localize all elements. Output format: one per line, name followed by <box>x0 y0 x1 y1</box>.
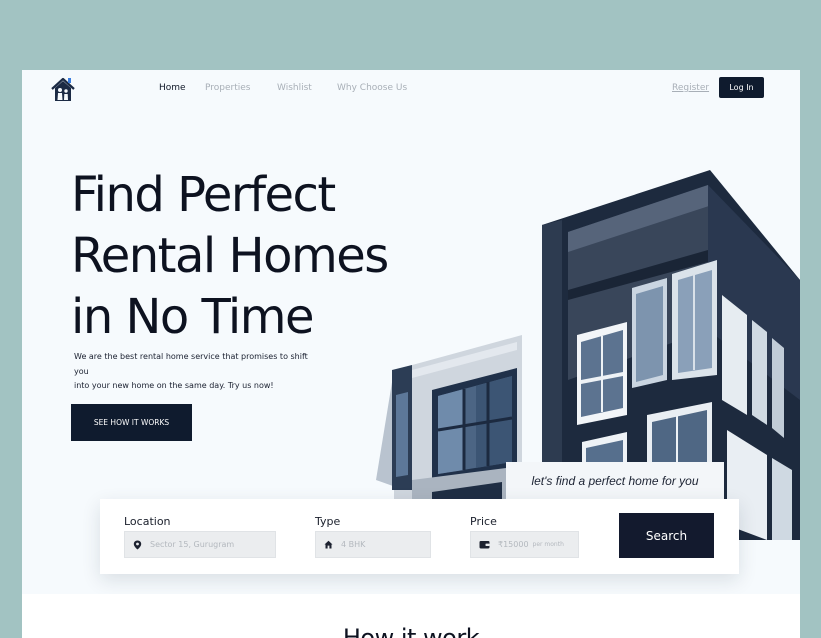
hero-subtitle-line: into your new home on the same day. Try … <box>74 381 274 390</box>
price-label: Price <box>470 515 497 528</box>
hero-subtitle: We are the best rental home service that… <box>74 350 314 394</box>
search-card: Location Sector 15, Gurugram Type 4 BHK … <box>100 499 739 574</box>
hero-title: Find Perfect Rental Homes in No Time <box>71 165 389 348</box>
location-label: Location <box>124 515 171 528</box>
nav-properties[interactable]: Properties <box>205 83 250 93</box>
see-how-it-works-button[interactable]: SEE HOW IT WORKS <box>71 404 192 441</box>
hero-title-line: in No Time <box>71 289 315 345</box>
tagline-card: let's find a perfect home for you <box>506 462 724 499</box>
type-value: 4 BHK <box>341 540 366 549</box>
location-value: Sector 15, Gurugram <box>150 540 235 549</box>
type-label: Type <box>315 515 341 528</box>
search-button[interactable]: Search <box>619 513 714 558</box>
register-link[interactable]: Register <box>672 83 709 93</box>
wallet-icon <box>479 541 490 549</box>
map-pin-icon <box>133 540 142 549</box>
login-button[interactable]: Log In <box>719 77 764 98</box>
nav-wishlist[interactable]: Wishlist <box>277 83 312 93</box>
house-family-icon[interactable] <box>49 76 77 104</box>
location-field[interactable]: Sector 15, Gurugram <box>124 531 276 558</box>
nav-home[interactable]: Home <box>159 83 186 93</box>
type-field[interactable]: 4 BHK <box>315 531 431 558</box>
price-value: ₹15000 <box>498 540 529 549</box>
price-suffix: per month <box>532 541 564 548</box>
section-heading: How it work <box>342 624 480 638</box>
hero-subtitle-line: We are the best rental home service that… <box>74 352 308 376</box>
home-icon <box>324 540 333 549</box>
nav-why-choose-us[interactable]: Why Choose Us <box>337 83 407 93</box>
hero-title-line: Find Perfect <box>71 167 336 223</box>
landing-page: Home Properties Wishlist Why Choose Us R… <box>22 70 800 638</box>
hero-title-line: Rental Homes <box>71 228 389 284</box>
price-field[interactable]: ₹15000 per month <box>470 531 579 558</box>
